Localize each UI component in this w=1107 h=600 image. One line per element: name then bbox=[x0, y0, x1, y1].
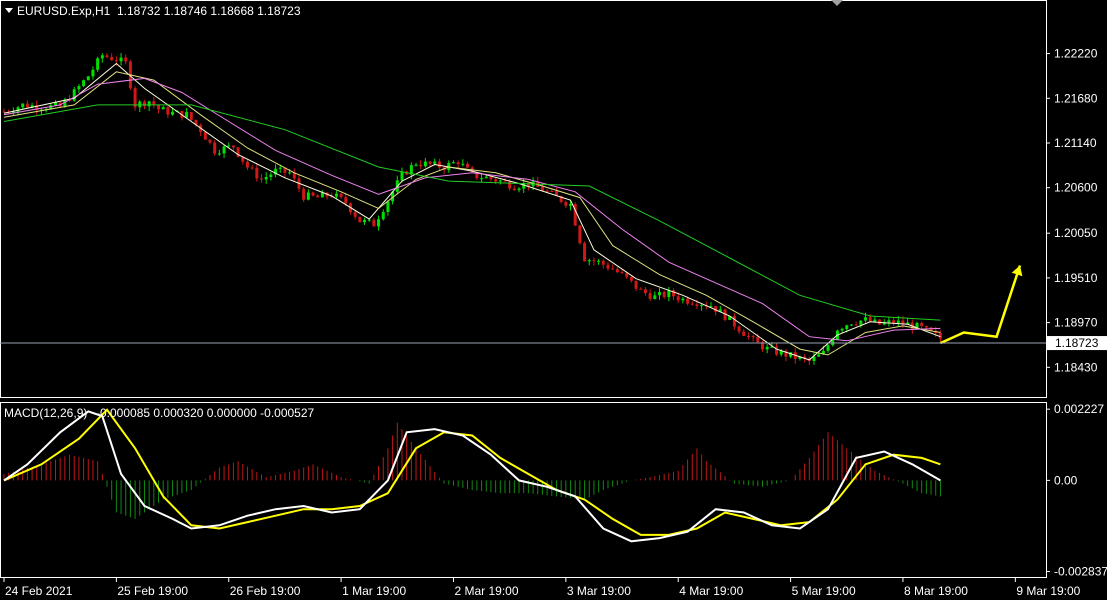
macd-tick-label: 0.002227 bbox=[1054, 402, 1104, 416]
candle bbox=[133, 86, 137, 111]
candle bbox=[236, 147, 240, 158]
price-tick-label: 1.22220 bbox=[1054, 47, 1098, 61]
macd-tick-label: 0.00 bbox=[1054, 473, 1078, 487]
time-tick-label: 25 Feb 19:00 bbox=[117, 584, 188, 598]
current-price-label: 1.18723 bbox=[1055, 336, 1099, 350]
candle bbox=[573, 202, 577, 226]
time-tick-label: 24 Feb 2021 bbox=[5, 584, 73, 598]
time-tick-label: 2 Mar 19:00 bbox=[454, 584, 518, 598]
time-tick-label: 9 Mar 19:00 bbox=[1016, 584, 1080, 598]
time-tick-label: 8 Mar 19:00 bbox=[904, 584, 968, 598]
time-tick-label: 3 Mar 19:00 bbox=[567, 584, 631, 598]
price-tick-label: 1.21140 bbox=[1054, 136, 1097, 150]
macd-values: -0.000085 0.000320 0.000000 -0.000527 bbox=[96, 406, 315, 420]
time-tick-label: 4 Mar 19:00 bbox=[679, 584, 743, 598]
candle bbox=[578, 224, 582, 245]
candle bbox=[358, 216, 362, 223]
candle bbox=[96, 56, 100, 72]
price-tick-label: 1.20600 bbox=[1054, 181, 1098, 195]
price-tick-label: 1.19510 bbox=[1054, 271, 1098, 285]
symbol-label: EURUSD.Exp,H1 bbox=[17, 4, 111, 18]
candle bbox=[82, 79, 86, 88]
time-tick-label: 1 Mar 19:00 bbox=[342, 584, 406, 598]
macd-tick-label: -0.002837 bbox=[1054, 564, 1107, 578]
time-tick-label: 5 Mar 19:00 bbox=[792, 584, 856, 598]
price-tick-label: 1.20050 bbox=[1054, 226, 1098, 240]
price-tick-label: 1.18430 bbox=[1054, 360, 1098, 374]
ohlc-values: 1.18732 1.18746 1.18668 1.18723 bbox=[117, 4, 301, 18]
price-tick-label: 1.18970 bbox=[1054, 316, 1098, 330]
time-tick-label: 26 Feb 19:00 bbox=[230, 584, 301, 598]
candle bbox=[86, 75, 90, 81]
price-panel-frame bbox=[0, 0, 1047, 398]
price-tick-label: 1.21680 bbox=[1054, 91, 1098, 105]
candle bbox=[189, 111, 193, 122]
trading-chart[interactable]: 1.22220 1.21680 1.21140 1.20600 1.20050 1.195… bbox=[0, 0, 1107, 600]
macd-label: MACD(12,26,9) bbox=[4, 406, 87, 420]
candle bbox=[583, 241, 587, 262]
